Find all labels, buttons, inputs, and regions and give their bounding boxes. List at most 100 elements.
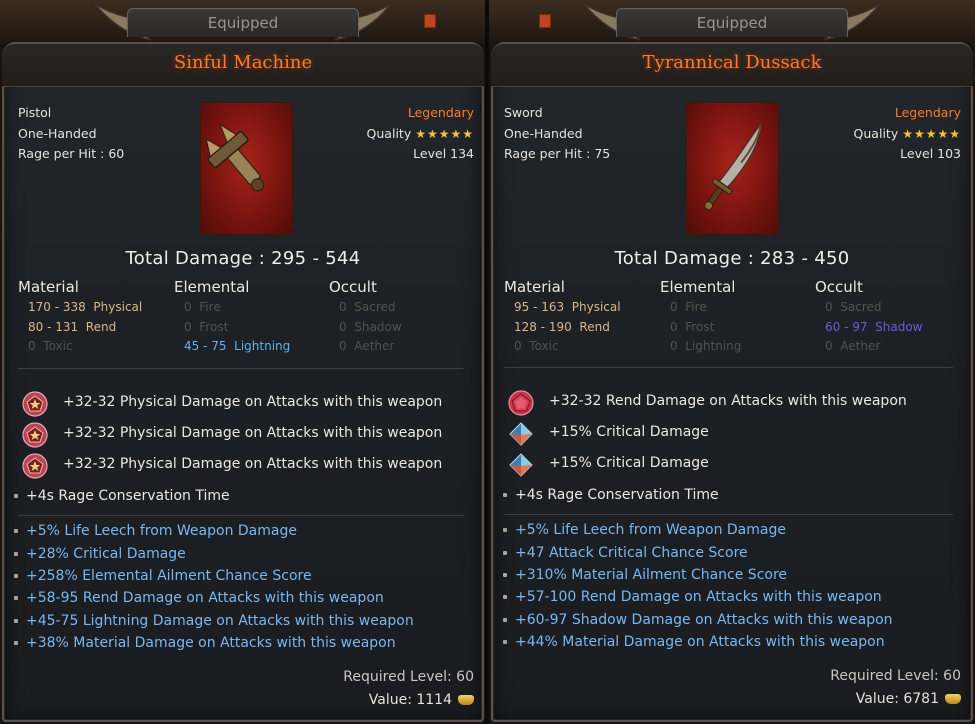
damage-type: Frost bbox=[685, 319, 715, 334]
magic-mod: +310% Material Ailment Chance Score bbox=[503, 567, 787, 583]
mod-text: +44% Material Damage on Attacks with thi… bbox=[515, 634, 885, 650]
rage-per-hit: Rage per Hit : 75 bbox=[504, 146, 611, 161]
damage-row-physical: 95 - 163 Physical bbox=[504, 298, 654, 318]
damage-value: 0 bbox=[670, 300, 678, 314]
damage-type: Shadow bbox=[354, 319, 402, 334]
affix-text: +32-32 Physical Damage on Attacks with t… bbox=[63, 425, 443, 441]
gem-affix[interactable]: +32-32 Physical Damage on Attacks with t… bbox=[20, 389, 476, 420]
damage-value: 0 bbox=[28, 339, 36, 353]
section-divider bbox=[18, 368, 464, 369]
pentagon-gem-icon bbox=[22, 391, 48, 417]
gem-affix[interactable]: +32-32 Physical Damage on Attacks with t… bbox=[20, 451, 476, 482]
damage-type: Sacred bbox=[840, 300, 882, 314]
item-value: Value: 1114 bbox=[369, 692, 474, 708]
pentagon-gem-icon bbox=[22, 453, 48, 479]
gem-affix[interactable]: +15% Critical Damage bbox=[506, 450, 965, 481]
damage-value: 0 bbox=[670, 339, 678, 353]
elemental-header: Elemental bbox=[174, 278, 250, 296]
material-header: Material bbox=[504, 278, 565, 296]
item-value: Value: 6781 bbox=[856, 691, 961, 707]
damage-type: Toxic bbox=[529, 339, 559, 353]
diamond-gem-icon bbox=[509, 453, 533, 477]
quality-label: Quality bbox=[853, 125, 899, 141]
bullet-icon bbox=[14, 574, 18, 578]
magic-mod: +45-75 Lightning Damage on Attacks with … bbox=[14, 613, 414, 629]
damage-row-fire: 0 Fire bbox=[660, 298, 810, 318]
implicit-text: +4s Rage Conservation Time bbox=[515, 487, 719, 503]
elemental-column: Elemental 0 Fire 0 Frost 0 Lightning bbox=[660, 276, 810, 357]
damage-row-aether: 0 Aether bbox=[815, 337, 965, 357]
quality-row: Quality ★★★★★ bbox=[367, 124, 474, 145]
mod-text: +310% Material Ailment Chance Score bbox=[515, 567, 788, 583]
damage-type: Aether bbox=[354, 339, 395, 353]
value-text: Value: 1114 bbox=[368, 692, 452, 708]
gem-affix[interactable]: +32-32 Physical Damage on Attacks with t… bbox=[20, 420, 476, 451]
item-name: Sinful Machine bbox=[173, 52, 313, 73]
item-type: Sword bbox=[504, 105, 543, 120]
damage-value: 170 - 338 bbox=[28, 300, 86, 314]
pistol-icon bbox=[205, 123, 265, 192]
item-name: Tyrannical Dussack bbox=[642, 52, 822, 73]
elemental-header: Elemental bbox=[660, 278, 736, 296]
damage-row-sacred: 0 Sacred bbox=[815, 298, 965, 318]
damage-value: 95 - 163 bbox=[514, 300, 565, 314]
bullet-icon bbox=[14, 529, 18, 533]
damage-row-toxic: 0 Toxic bbox=[504, 337, 654, 357]
tooltip-panel-left: Equipped Sinful Machine Pistol One-Hande… bbox=[0, 0, 486, 724]
gem-affix[interactable]: +15% Critical Damage bbox=[506, 419, 965, 450]
damage-type: Lightning bbox=[685, 339, 742, 353]
damage-row-sacred: 0 Sacred bbox=[329, 298, 479, 318]
magic-mod: +44% Material Damage on Attacks with thi… bbox=[503, 634, 885, 650]
section-divider bbox=[504, 514, 953, 515]
damage-row-lightning: 0 Lightning bbox=[660, 337, 810, 357]
occult-column: Occult 0 Sacred 60 - 97 Shadow 0 Aether bbox=[815, 276, 965, 357]
bullet-icon bbox=[503, 493, 507, 497]
damage-value: 0 bbox=[184, 300, 192, 314]
implicit-text: +4s Rage Conservation Time bbox=[26, 488, 230, 504]
mod-text: +57-100 Rend Damage on Attacks with this… bbox=[515, 589, 882, 605]
damage-value: 80 - 131 bbox=[28, 319, 79, 334]
gold-coins-icon bbox=[458, 695, 474, 705]
magic-mod: +28% Critical Damage bbox=[14, 546, 186, 562]
item-rarity-info: Legendary Quality ★★★★★ Level 134 bbox=[367, 103, 474, 165]
damage-type: Physical bbox=[93, 300, 143, 314]
item-base-info: Sword One-Handed Rage per Hit : 75 bbox=[504, 103, 610, 165]
rarity-label: Legendary bbox=[894, 105, 961, 120]
mod-text: +258% Elemental Ailment Chance Score bbox=[26, 568, 312, 584]
damage-row-frost: 0 Frost bbox=[174, 318, 324, 338]
bullet-icon bbox=[503, 640, 507, 644]
required-level: Required Level: 60 bbox=[343, 669, 474, 685]
damage-type: Lightning bbox=[234, 339, 291, 353]
item-level: Level 134 bbox=[413, 146, 474, 161]
affix-text: +32-32 Physical Damage on Attacks with t… bbox=[63, 394, 443, 410]
gem-affix[interactable]: +32-32 Rend Damage on Attacks with this … bbox=[506, 388, 965, 419]
mod-text: +5% Life Leech from Weapon Damage bbox=[515, 522, 786, 538]
material-header: Material bbox=[18, 278, 79, 296]
damage-type: Shadow bbox=[875, 319, 923, 334]
magic-mod: +5% Life Leech from Weapon Damage bbox=[503, 522, 786, 538]
damage-row-frost: 0 Frost bbox=[660, 318, 810, 338]
damage-row-rend: 128 - 190 Rend bbox=[504, 318, 654, 338]
value-text: Value: 6781 bbox=[855, 691, 939, 707]
damage-type: Fire bbox=[685, 300, 707, 314]
damage-type: Sacred bbox=[354, 300, 396, 314]
bullet-icon bbox=[503, 551, 507, 555]
diamond-gem-icon bbox=[509, 422, 533, 446]
tooltip-panel-right: Equipped Tyrannical Dussack Sword One-Ha… bbox=[489, 0, 975, 724]
mod-text: +58-95 Rend Damage on Attacks with this … bbox=[26, 590, 384, 606]
magic-mod: +60-97 Shadow Damage on Attacks with thi… bbox=[503, 612, 893, 628]
red-marker-icon bbox=[539, 14, 551, 28]
affix-text: +15% Critical Damage bbox=[549, 455, 709, 471]
item-rarity-info: Legendary Quality ★★★★★ Level 103 bbox=[854, 103, 961, 165]
bullet-icon bbox=[503, 573, 507, 577]
occult-column: Occult 0 Sacred 0 Shadow 0 Aether bbox=[329, 276, 479, 357]
bullet-icon bbox=[14, 552, 18, 556]
mod-text: +47 Attack Critical Chance Score bbox=[515, 545, 748, 561]
section-divider bbox=[504, 367, 953, 368]
mod-text: +5% Life Leech from Weapon Damage bbox=[26, 523, 297, 539]
item-base-info: Pistol One-Handed Rage per Hit : 60 bbox=[18, 103, 124, 165]
item-image bbox=[200, 102, 293, 235]
item-handedness: One-Handed bbox=[504, 125, 583, 141]
magic-mod: +57-100 Rend Damage on Attacks with this… bbox=[503, 589, 882, 605]
implicit-mod: +4s Rage Conservation Time bbox=[14, 488, 230, 504]
